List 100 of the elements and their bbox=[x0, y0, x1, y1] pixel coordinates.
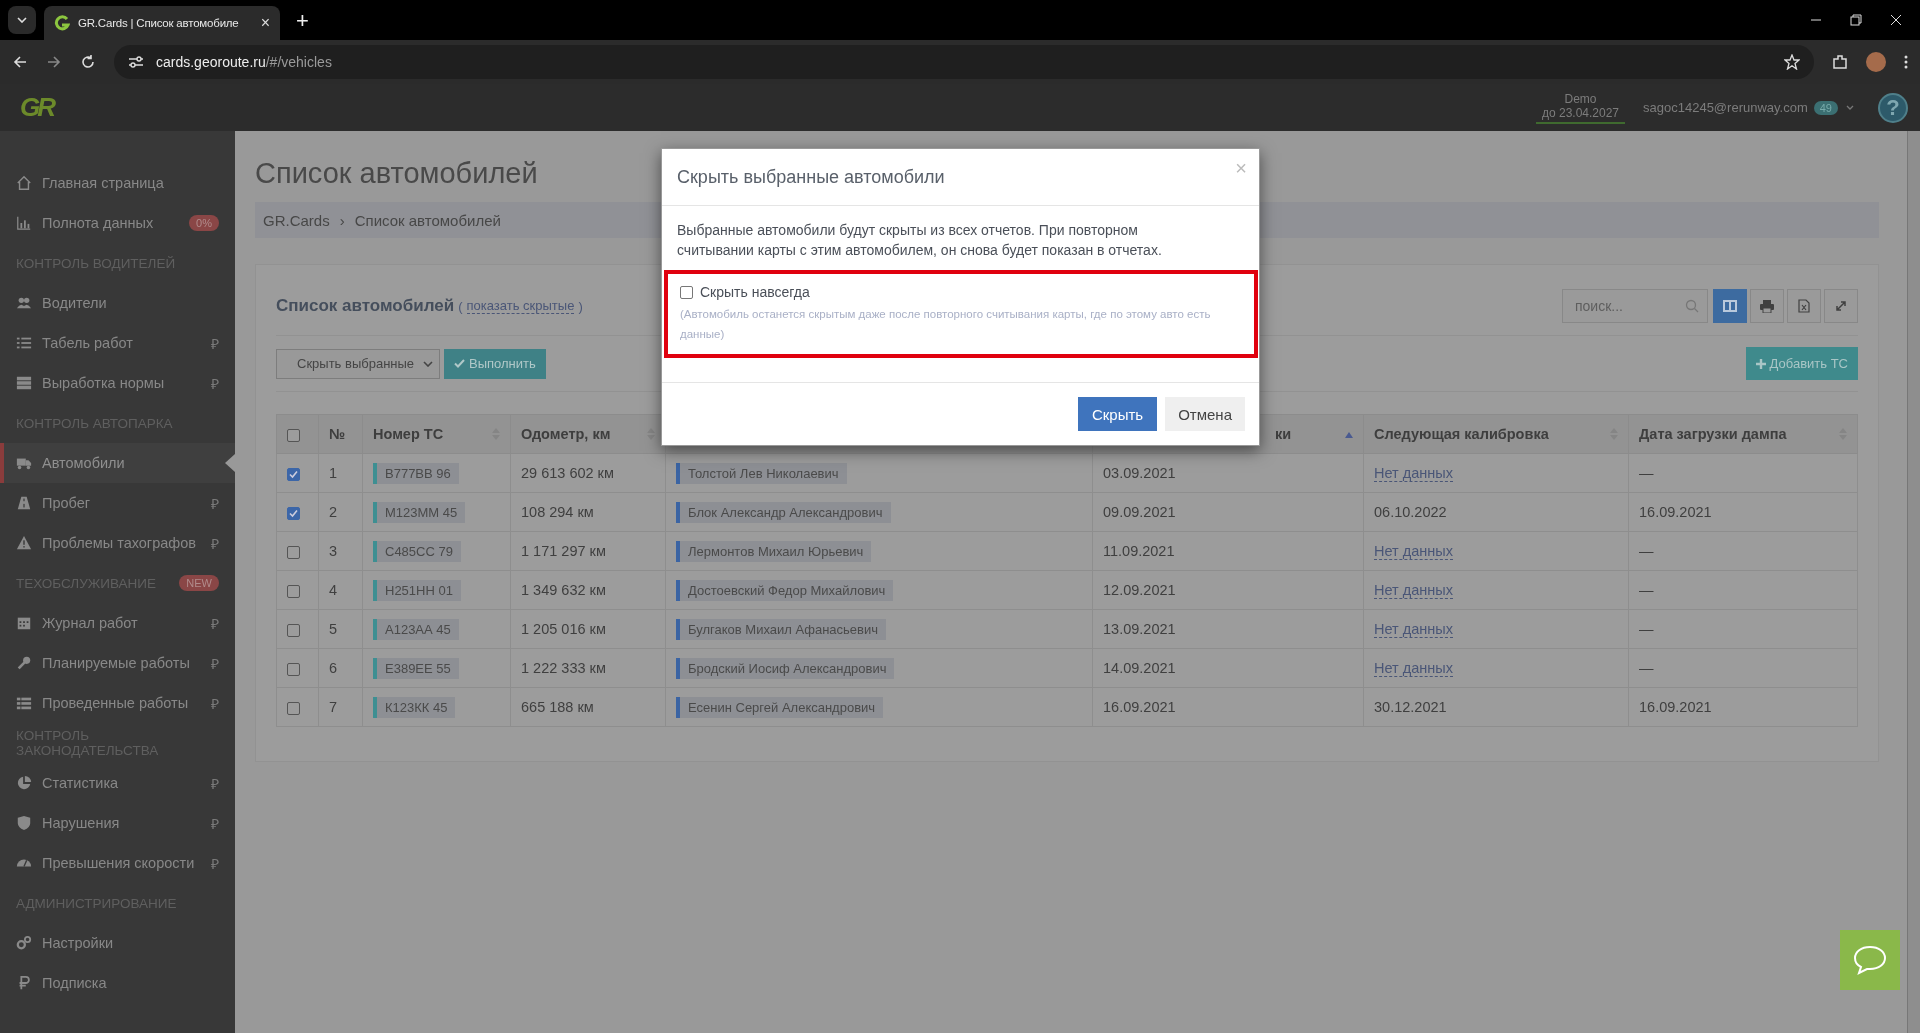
table-cell: 16.09.2021 bbox=[1628, 492, 1858, 532]
plate-tag[interactable]: К123КК 45 bbox=[373, 696, 456, 718]
sidebar-item[interactable]: Нарушения ₽ bbox=[0, 803, 235, 843]
bookmark-star-icon[interactable] bbox=[1784, 54, 1800, 70]
check-icon bbox=[454, 359, 465, 368]
sidebar-item[interactable]: Проблемы тахографов ₽ bbox=[0, 523, 235, 563]
dialog-message: Выбранные автомобили будут скрыты из всех отчетов. При повторном считывании карты с этим автомобилем, он снова будет показан в отчетах. bbox=[677, 221, 1163, 260]
sidebar-item[interactable]: Журнал работ ₽ bbox=[0, 603, 235, 643]
table-cell: 1 349 632 км bbox=[510, 570, 666, 610]
action-select[interactable]: Скрыть выбранные bbox=[276, 348, 440, 379]
sidebar-item[interactable]: Автомобили bbox=[0, 443, 235, 483]
row-checkbox[interactable] bbox=[287, 662, 300, 676]
toolbar-button[interactable] bbox=[1713, 289, 1747, 323]
list-icon bbox=[16, 335, 32, 351]
hide-button[interactable]: Скрыть bbox=[1077, 397, 1158, 431]
plate-tag[interactable]: В777ВВ 96 bbox=[373, 462, 459, 484]
row-checkbox[interactable] bbox=[287, 506, 300, 520]
menu-icon[interactable] bbox=[1904, 54, 1908, 70]
paid-mark: ₽ bbox=[211, 814, 219, 833]
table-cell: 1 171 297 км bbox=[510, 531, 666, 571]
sidebar-item[interactable]: Главная страница bbox=[0, 163, 235, 203]
chat-button[interactable] bbox=[1840, 930, 1900, 990]
plate-tag[interactable]: С485СС 79 bbox=[373, 540, 461, 562]
plate-tag[interactable]: Е389ЕЕ 55 bbox=[373, 657, 459, 679]
sidebar-item[interactable]: Пробег ₽ bbox=[0, 483, 235, 523]
row-checkbox[interactable] bbox=[287, 701, 300, 715]
cancel-button[interactable]: Отмена bbox=[1165, 397, 1245, 431]
paid-mark: ₽ bbox=[211, 374, 219, 393]
sidebar-item[interactable]: Водители bbox=[0, 283, 235, 323]
sidebar-item[interactable]: Превышения скорости ₽ bbox=[0, 843, 235, 883]
new-badge: NEW bbox=[179, 575, 219, 591]
logo[interactable]: GR bbox=[20, 92, 53, 123]
no-data-link[interactable]: Нет данных bbox=[1374, 582, 1453, 599]
driver-tag[interactable]: Булгаков Михаил Афанасьевич bbox=[676, 618, 887, 640]
plan-indicator[interactable]: Demo до 23.04.2027 bbox=[1535, 91, 1626, 124]
row-checkbox[interactable] bbox=[287, 545, 300, 559]
close-button[interactable]: × bbox=[1235, 157, 1247, 180]
caret-icon[interactable] bbox=[1846, 105, 1854, 110]
toolbar-button[interactable] bbox=[1824, 289, 1858, 323]
profile-avatar[interactable] bbox=[1866, 52, 1886, 72]
driver-tag[interactable]: Толстой Лев Николаевич bbox=[676, 462, 847, 484]
browser-tab[interactable]: GR.Cards | Список автомобиле × bbox=[44, 6, 280, 40]
sidebar-item[interactable]: Выработка нормы ₽ bbox=[0, 363, 235, 403]
no-data-link[interactable]: Нет данных bbox=[1374, 660, 1453, 677]
address-bar[interactable]: cards.georoute.ru/#/vehicles bbox=[114, 45, 1814, 79]
checkbox-label[interactable]: Скрыть навсегда bbox=[700, 284, 810, 300]
table-cell: 11.09.2021 bbox=[1092, 531, 1364, 571]
paid-mark: ₽ bbox=[211, 774, 219, 793]
add-vehicle-button[interactable]: Добавить ТС bbox=[1745, 347, 1858, 380]
no-data-link[interactable]: Нет данных bbox=[1374, 621, 1453, 638]
column-header[interactable]: № bbox=[329, 426, 346, 442]
toolbar-button[interactable] bbox=[1787, 289, 1821, 323]
plate-tag[interactable]: А123АА 45 bbox=[373, 618, 459, 640]
sidebar-item[interactable]: Настройки bbox=[0, 923, 235, 963]
user-email[interactable]: sagoc14245@rerunway.com bbox=[1643, 100, 1808, 115]
column-header[interactable]: ки bbox=[1275, 426, 1292, 442]
sidebar-item[interactable]: Статистика ₽ bbox=[0, 763, 235, 803]
new-tab-button[interactable]: + bbox=[288, 8, 317, 34]
back-icon[interactable] bbox=[12, 54, 28, 70]
close-icon[interactable] bbox=[1890, 14, 1902, 26]
row-checkbox[interactable] bbox=[287, 467, 300, 481]
show-hidden-link[interactable]: показать скрытые bbox=[466, 298, 575, 314]
extensions-icon[interactable] bbox=[1832, 54, 1848, 70]
select-all-checkbox[interactable] bbox=[287, 428, 300, 442]
sidebar-item[interactable]: Табель работ ₽ bbox=[0, 323, 235, 363]
sidebar-item[interactable]: Полнота данных 0% bbox=[0, 203, 235, 243]
search-field[interactable]: поиск... bbox=[1562, 289, 1708, 323]
plate-tag[interactable]: М123ММ 45 bbox=[373, 501, 466, 523]
tab-close-button[interactable]: × bbox=[260, 14, 270, 32]
driver-tag[interactable]: Есенин Сергей Александрович bbox=[676, 696, 884, 718]
scrollbar[interactable] bbox=[1907, 131, 1920, 1033]
panel-title: Список автомобилей bbox=[276, 296, 455, 316]
breadcrumb-item[interactable]: Список автомобилей bbox=[354, 211, 501, 229]
help-button[interactable]: ? bbox=[1878, 92, 1908, 123]
reload-icon[interactable] bbox=[80, 54, 96, 70]
sidebar-item[interactable]: Подписка bbox=[0, 963, 235, 1003]
site-settings-icon bbox=[128, 55, 144, 69]
table-cell: 1 205 016 км bbox=[510, 609, 666, 649]
driver-tag[interactable]: Блок Александр Александрович bbox=[676, 501, 891, 523]
driver-tag[interactable]: Бродский Иосиф Александрович bbox=[676, 657, 895, 679]
row-checkbox[interactable] bbox=[287, 584, 300, 598]
sidebar-item[interactable]: Планируемые работы ₽ bbox=[0, 643, 235, 683]
column-header[interactable]: Номер ТС bbox=[373, 426, 444, 442]
table-cell: 30.12.2021 bbox=[1374, 699, 1447, 715]
forward-icon[interactable] bbox=[46, 54, 62, 70]
plate-tag[interactable]: Н251НН 01 bbox=[373, 579, 461, 601]
no-data-link[interactable]: Нет данных bbox=[1374, 543, 1453, 560]
sort-ascending-icon[interactable] bbox=[1345, 432, 1353, 438]
driver-tag[interactable]: Достоевский Федор Михайлович bbox=[676, 579, 894, 601]
sidebar-item[interactable]: Проведенные работы ₽ bbox=[0, 683, 235, 723]
table-cell: — bbox=[1628, 648, 1858, 688]
breadcrumb-item[interactable]: GR.Cards bbox=[263, 211, 330, 229]
toolbar-button[interactable] bbox=[1750, 289, 1784, 323]
hide-forever-checkbox[interactable] bbox=[680, 285, 693, 299]
tab-search-button[interactable] bbox=[8, 6, 36, 34]
no-data-link[interactable]: Нет данных bbox=[1374, 465, 1453, 482]
row-checkbox[interactable] bbox=[287, 623, 300, 637]
execute-button[interactable]: Выполнить bbox=[444, 348, 546, 379]
restore-icon[interactable] bbox=[1850, 14, 1862, 26]
driver-tag[interactable]: Лермонтов Михаил Юрьевич bbox=[676, 540, 872, 562]
